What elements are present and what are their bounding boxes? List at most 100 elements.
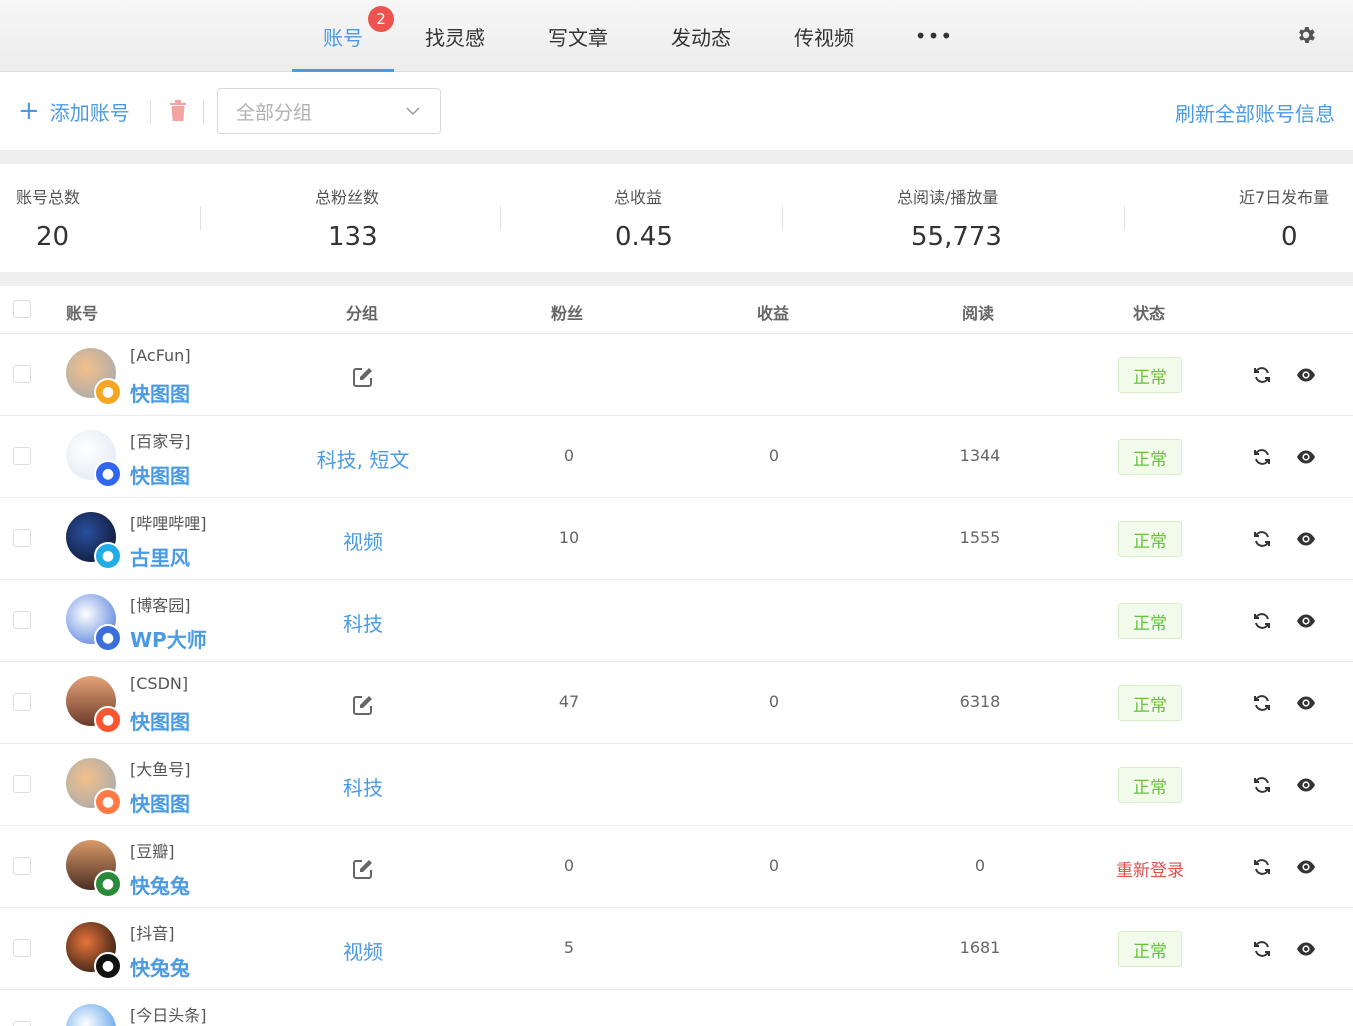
platform-name: [大鱼号] [130,760,191,779]
row-checkbox[interactable] [13,939,31,957]
select-all-checkbox[interactable] [13,300,31,318]
avatar [66,1004,116,1026]
account-name[interactable]: 古里风 [130,542,190,571]
stat-reads-total: 总阅读/播放量 55,773 [880,164,1030,272]
refresh-icon[interactable] [1252,693,1272,713]
account-name[interactable]: WP大师 [130,624,207,653]
account-name[interactable]: 快兔兔 [130,870,190,899]
group-select-value: 全部分组 [236,101,313,124]
status-badge: 正常 [1118,767,1182,803]
row-checkbox[interactable] [13,775,31,793]
reads-count: 0 [974,856,986,875]
row-checkbox[interactable] [13,447,31,465]
row-checkbox[interactable] [13,693,31,711]
add-account-button[interactable]: + 添加账号 [18,96,130,126]
table-row: ● [博客园] WP大师 科技 正常 [0,580,1353,662]
table-header: 账号 分组 粉丝 收益 阅读 状态 [0,286,1353,334]
edit-group-icon[interactable] [352,366,374,388]
refresh-icon[interactable] [1252,939,1272,959]
refresh-icon[interactable] [1252,365,1272,385]
tab-write-article[interactable]: 写文章 [533,0,623,72]
eye-icon[interactable] [1296,693,1316,713]
divider [1124,206,1125,230]
row-checkbox[interactable] [13,857,31,875]
plus-icon: + [18,96,40,126]
platform-icon: ● [94,788,122,816]
row-checkbox[interactable] [13,611,31,629]
header-group: 分组 [346,304,379,323]
eye-icon[interactable] [1296,447,1316,467]
account-group[interactable]: 科技 [300,772,426,801]
reads-count: 1344 [959,446,1001,465]
account-name[interactable]: 快图图 [130,788,190,817]
tab-label: 写文章 [548,25,608,50]
account-name[interactable]: 快兔兔 [130,952,190,981]
fans-count: 0 [563,446,575,465]
account-group[interactable]: 视频 [300,526,426,555]
table-row: ● [CSDN] 快图图 47 0 6318 正常 [0,662,1353,744]
row-checkbox[interactable] [13,529,31,547]
refresh-icon[interactable] [1252,775,1272,795]
relogin-status-link[interactable]: 重新登录 [1100,856,1200,881]
refresh-icon[interactable] [1252,447,1272,467]
header-status: 状态 [1133,304,1166,323]
account-group[interactable]: 视频 [300,936,426,965]
tab-post-update[interactable]: 发动态 [656,0,746,72]
table-row: ● [AcFun] 快图图 正常 [0,334,1353,416]
eye-icon[interactable] [1296,857,1316,877]
divider [200,206,201,230]
tab-inspiration[interactable]: 找灵感 [410,0,500,72]
tab-label: 传视频 [794,25,854,50]
header-account: 账号 [66,304,99,323]
eye-icon[interactable] [1296,611,1316,631]
add-account-label: 添加账号 [49,100,130,125]
edit-group-icon[interactable] [352,858,374,880]
account-name[interactable]: 快图图 [130,378,190,407]
header-reads: 阅读 [962,304,995,323]
table-row: ● [大鱼号] 快图图 科技 正常 [0,744,1353,826]
platform-icon: ● [94,952,122,980]
row-checkbox[interactable] [13,365,31,383]
tab-accounts[interactable]: 账号 2 [292,0,394,72]
account-group[interactable]: 科技, 短文 [300,444,426,473]
stat-label: 总阅读/播放量 [897,188,999,207]
eye-icon[interactable] [1296,365,1316,385]
edit-group-icon[interactable] [352,694,374,716]
fans-count: 5 [563,938,575,957]
row-checkbox[interactable] [13,1021,31,1026]
gear-icon[interactable] [1295,24,1317,46]
tab-label: 账号 [323,25,363,50]
account-group[interactable]: 科技 [300,608,426,637]
platform-name: [AcFun] [130,346,191,365]
header-fans: 粉丝 [551,304,584,323]
refresh-all-accounts-link[interactable]: 刷新全部账号信息 [1175,98,1335,127]
platform-icon: ● [94,624,122,652]
eye-icon[interactable] [1296,775,1316,795]
trash-icon[interactable] [168,100,188,122]
status-badge: 正常 [1118,357,1182,393]
stat-value: 0.45 [615,222,673,252]
fans-count: 47 [558,692,580,711]
toolbar: + 添加账号 全部分组 刷新全部账号信息 [0,72,1353,150]
platform-name: [今日头条] [130,1006,207,1025]
eye-icon[interactable] [1296,939,1316,959]
tab-label: 找灵感 [425,25,485,50]
status-badge: 正常 [1118,931,1182,967]
stat-value: 55,773 [911,222,1002,252]
refresh-icon[interactable] [1252,529,1272,549]
eye-icon[interactable] [1296,529,1316,549]
fans-count: 0 [563,856,575,875]
refresh-icon[interactable] [1252,857,1272,877]
tab-more[interactable]: ••• [905,0,963,72]
group-select[interactable]: 全部分组 [217,88,441,134]
stat-fans-total: 总粉丝数 133 [301,164,401,272]
stat-label: 总粉丝数 [315,188,380,207]
platform-icon: ● [94,378,122,406]
chevron-down-icon [406,107,420,116]
tab-upload-video[interactable]: 传视频 [779,0,869,72]
table-row: ● [哔哩哔哩] 古里风 视频 10 1555 正常 [0,498,1353,580]
account-name[interactable]: 快图图 [130,706,190,735]
refresh-icon[interactable] [1252,611,1272,631]
account-name[interactable]: 快图图 [130,460,190,489]
more-icon: ••• [914,24,954,48]
